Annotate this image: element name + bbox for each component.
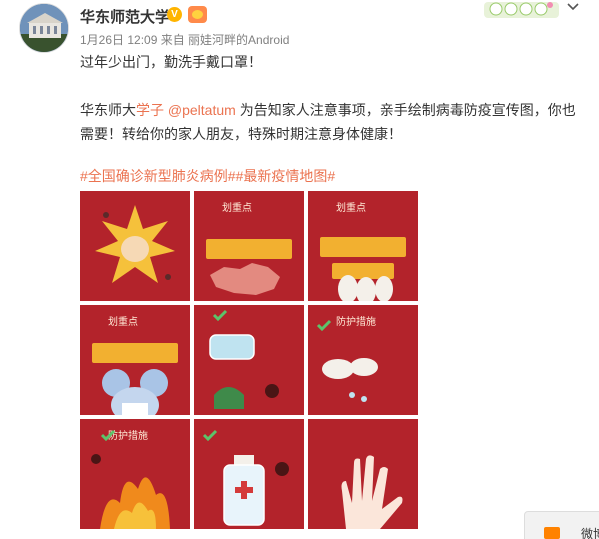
image-tile-1[interactable] bbox=[80, 191, 190, 301]
weibo-side-tab[interactable]: 微博 bbox=[524, 511, 599, 539]
virus-star-icon bbox=[95, 205, 175, 283]
mouse-icon bbox=[102, 369, 168, 415]
side-tab-label: 微博 bbox=[581, 527, 599, 539]
avatar[interactable] bbox=[19, 3, 69, 53]
fire-icon bbox=[91, 429, 170, 529]
verified-badge-icon: V bbox=[167, 7, 182, 22]
face-mask-icon bbox=[209, 309, 279, 409]
china-map-icon bbox=[210, 263, 280, 295]
mention-link[interactable]: @peltatum bbox=[168, 102, 236, 118]
sanitizer-bottle-icon bbox=[202, 429, 289, 526]
image-tile-5[interactable] bbox=[194, 305, 304, 415]
image-tile-4[interactable]: 划重点 bbox=[80, 305, 190, 415]
hashtag-links[interactable]: #全国确诊新型肺炎病例##最新疫情地图# bbox=[80, 166, 335, 186]
image-tile-2[interactable]: 划重点 bbox=[194, 191, 304, 301]
mail-icon bbox=[544, 527, 560, 539]
image-tile-6[interactable]: 防护措施 bbox=[308, 305, 418, 415]
image-grid: 划重点 划重点 划重点 防护措施 防护措施 bbox=[80, 191, 418, 539]
post-text-body: 华东师大学子 @peltatum 为告知家人注意事项，亲手绘制病毒防疫宣传图，你… bbox=[80, 98, 580, 146]
post-meta: 1月26日 12:09 来自 丽娃河畔的Android bbox=[80, 33, 290, 47]
open-hand-icon bbox=[341, 455, 403, 529]
image-tile-3[interactable]: 划重点 bbox=[308, 191, 418, 301]
member-badge-icon[interactable] bbox=[188, 6, 207, 23]
post-text-line1: 过年少出门，勤洗手戴口罩！ bbox=[80, 54, 262, 70]
decoration-card-icon bbox=[484, 2, 559, 18]
link-xuezi[interactable]: 学子 bbox=[136, 102, 164, 118]
wash-hands-icon bbox=[316, 319, 378, 402]
author-name[interactable]: 华东师范大学 bbox=[80, 6, 170, 27]
post-text-prefix: 华东师大 bbox=[80, 102, 136, 118]
image-tile-7[interactable]: 防护措施 bbox=[80, 419, 190, 529]
chevron-down-icon[interactable] bbox=[565, 0, 581, 14]
campus-building-icon bbox=[20, 4, 68, 52]
hands-icon bbox=[338, 275, 393, 301]
image-tile-8[interactable] bbox=[194, 419, 304, 529]
image-tile-9[interactable] bbox=[308, 419, 418, 529]
